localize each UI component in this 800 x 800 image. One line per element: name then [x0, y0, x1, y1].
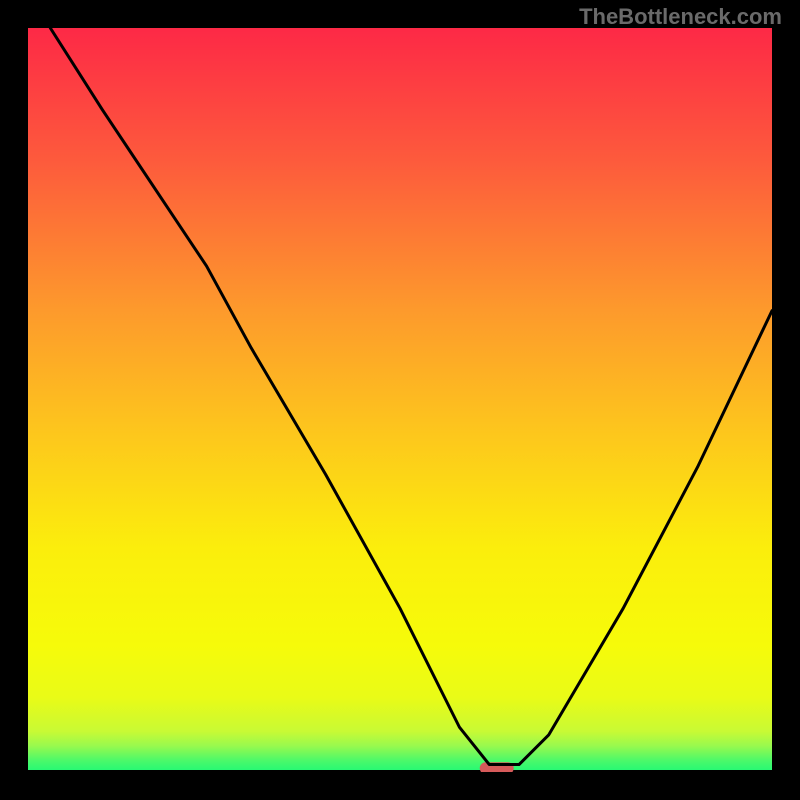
chart-background-gradient: [28, 28, 772, 772]
chart-svg: [28, 28, 772, 772]
watermark-text: TheBottleneck.com: [579, 4, 782, 30]
chart-plot-area: [28, 28, 772, 772]
